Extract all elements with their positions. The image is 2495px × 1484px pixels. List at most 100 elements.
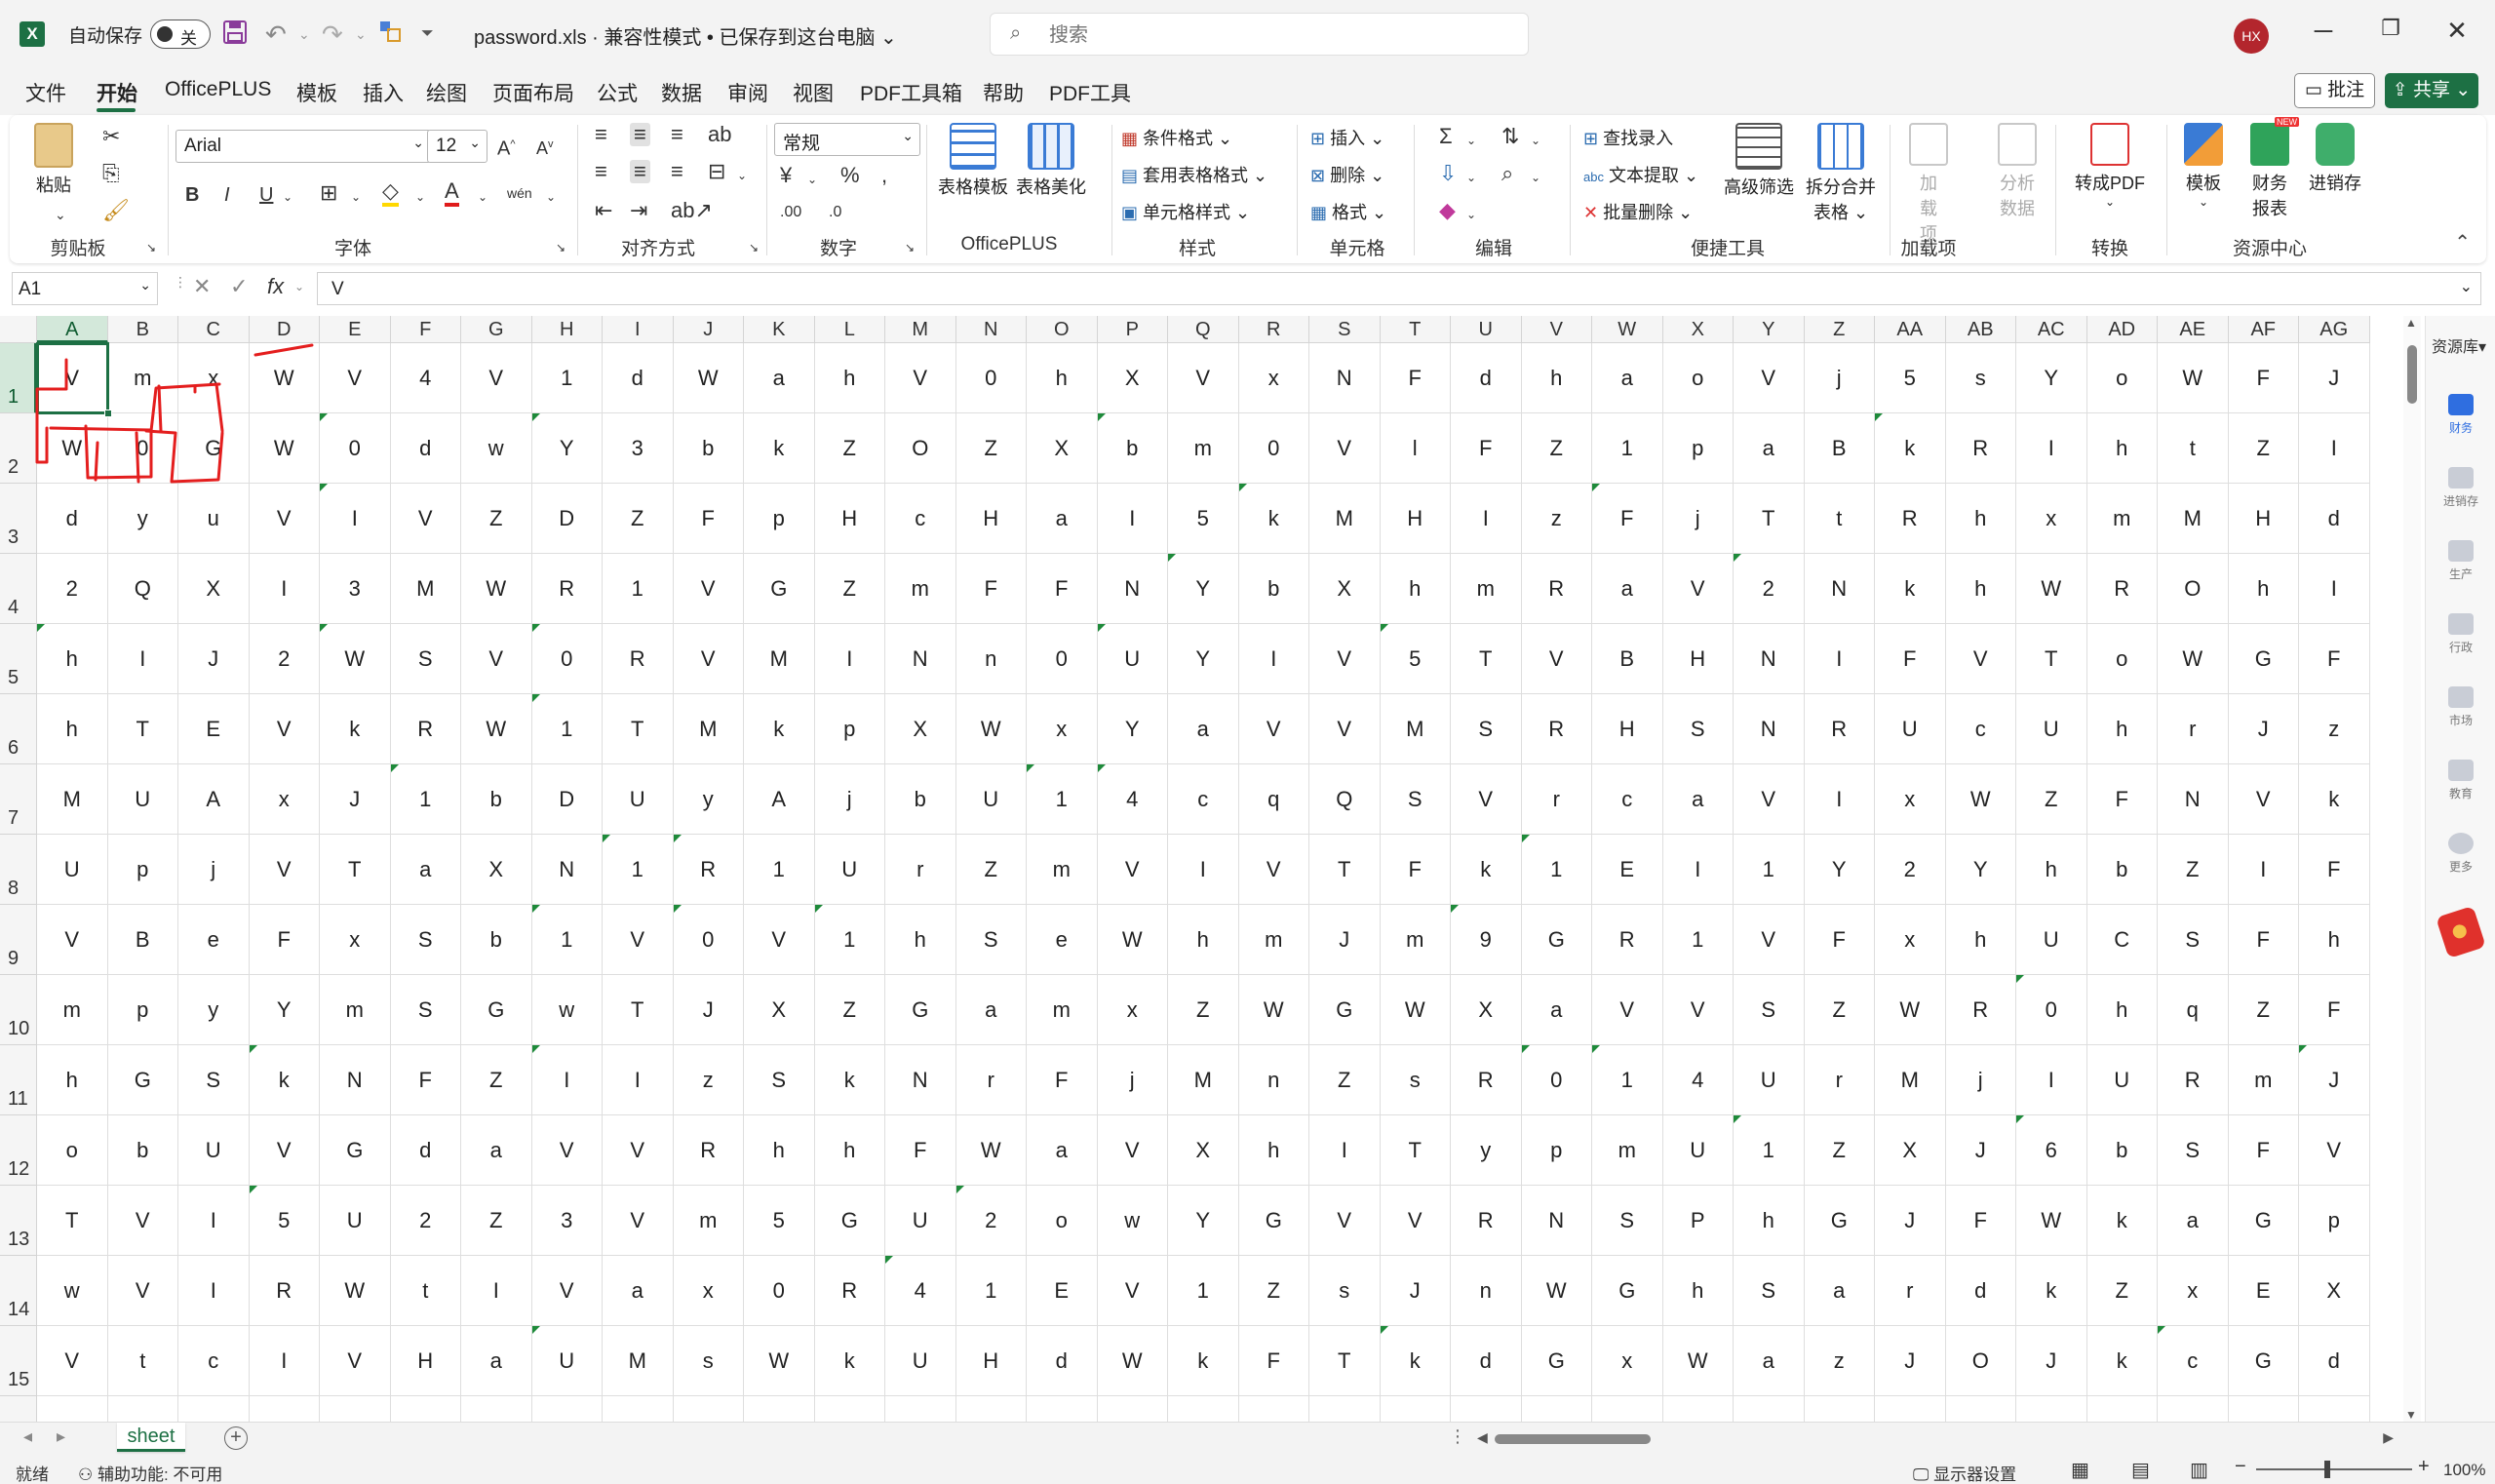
cell[interactable]: E <box>178 1396 250 1422</box>
cell[interactable]: h <box>1662 1256 1734 1326</box>
cell[interactable]: V <box>1380 1186 1451 1256</box>
cell[interactable]: S <box>744 1045 815 1115</box>
cell[interactable]: F <box>2228 343 2299 413</box>
resource-admin[interactable]: 行政 <box>2436 613 2486 655</box>
name-box[interactable]: A1 ⌄ <box>12 272 158 305</box>
cell[interactable]: M <box>1309 484 1381 554</box>
cell[interactable]: 0 <box>955 343 1027 413</box>
cell[interactable]: m <box>1451 554 1522 624</box>
cell[interactable]: H <box>814 484 885 554</box>
column-header[interactable]: AD <box>2086 316 2158 343</box>
cell[interactable]: R <box>673 835 744 905</box>
cell[interactable]: V <box>461 343 532 413</box>
cell[interactable]: G <box>2228 1326 2299 1396</box>
cell[interactable]: d <box>1027 1326 1098 1396</box>
cell[interactable]: 1 <box>390 764 461 835</box>
cell[interactable]: Q <box>107 554 178 624</box>
cell[interactable]: a <box>955 975 1027 1045</box>
column-header[interactable]: J <box>673 316 744 343</box>
cell[interactable]: R <box>603 624 674 694</box>
cell[interactable]: h <box>37 694 108 764</box>
column-header[interactable]: F <box>390 316 461 343</box>
cell[interactable]: 3 <box>603 413 674 484</box>
menu-help[interactable]: 帮助 <box>983 78 1024 107</box>
column-header[interactable]: R <box>1238 316 1309 343</box>
font-color-icon[interactable]: A <box>445 178 459 207</box>
cell[interactable]: M <box>744 624 815 694</box>
fill-color-icon[interactable]: ◇ <box>382 178 399 207</box>
cell[interactable]: h <box>2229 1396 2299 1422</box>
cell[interactable]: F <box>2299 835 2370 905</box>
cell[interactable]: 2 <box>1734 554 1805 624</box>
redo-icon[interactable]: ↷ <box>322 20 343 49</box>
cell[interactable]: s <box>1945 343 2016 413</box>
cell[interactable]: W <box>2016 554 2087 624</box>
cell[interactable]: V <box>320 343 391 413</box>
cell[interactable]: h <box>37 1045 108 1115</box>
column-header[interactable]: Z <box>1804 316 1875 343</box>
cell[interactable]: b <box>1097 413 1168 484</box>
cell[interactable]: 1 <box>603 1396 674 1422</box>
cell[interactable]: 1 <box>603 554 674 624</box>
cell[interactable]: N <box>320 1045 391 1115</box>
cell[interactable]: l <box>1380 413 1451 484</box>
cell[interactable]: I <box>2016 1045 2087 1115</box>
share-button[interactable]: ⇪ 共享 ⌄ <box>2385 73 2478 108</box>
cell[interactable]: S <box>178 1045 250 1115</box>
cell[interactable]: U <box>37 835 108 905</box>
cell[interactable]: E <box>1027 1256 1098 1326</box>
undo-icon[interactable]: ↶ <box>265 20 287 49</box>
cell[interactable]: W <box>673 343 744 413</box>
cell[interactable]: W <box>2158 343 2229 413</box>
cell[interactable]: 0 <box>1521 1045 1592 1115</box>
resource-inventory[interactable]: 进销存 <box>2436 467 2486 509</box>
worksheet-grid[interactable]: A B C D E F G H I J K L M N O P Q R S T U V W X Y Z AA AB AC AD AE AF AG… <box>0 316 2418 1422</box>
cell[interactable]: V <box>37 905 108 975</box>
cell[interactable]: m <box>1027 975 1098 1045</box>
cell[interactable]: U <box>320 1186 391 1256</box>
cell[interactable]: C <box>2086 905 2158 975</box>
sheet-tab[interactable]: sheet <box>117 1423 185 1452</box>
cell[interactable]: G <box>1521 905 1592 975</box>
cell[interactable]: n <box>955 624 1027 694</box>
cell[interactable]: B <box>1805 1396 1875 1422</box>
cell[interactable]: S <box>1451 694 1522 764</box>
row-header[interactable]: 12 <box>0 1115 37 1186</box>
cell[interactable]: I <box>2299 554 2370 624</box>
cell[interactable]: Z <box>814 413 885 484</box>
cell[interactable]: V <box>107 1186 178 1256</box>
cell[interactable]: N <box>1309 343 1381 413</box>
cell[interactable]: T <box>1309 835 1381 905</box>
cell[interactable]: S <box>390 624 461 694</box>
cell[interactable]: U <box>603 764 674 835</box>
cell[interactable]: h <box>1945 554 2016 624</box>
cell[interactable]: Z <box>461 1186 532 1256</box>
row-header[interactable]: 1 <box>0 343 37 413</box>
cell[interactable]: a <box>1521 975 1592 1045</box>
cell[interactable]: U <box>1662 1115 1734 1186</box>
phonetic-dropdown-icon[interactable]: ⌄ <box>546 185 556 209</box>
cell[interactable]: U <box>1734 1045 1805 1115</box>
alignment-launcher-icon[interactable]: ↘ <box>749 236 759 259</box>
cell[interactable]: Y <box>249 975 320 1045</box>
column-header[interactable]: U <box>1451 316 1522 343</box>
cell[interactable]: G <box>814 1186 885 1256</box>
row-header[interactable]: 4 <box>0 554 37 624</box>
cell[interactable]: W <box>1662 1326 1734 1396</box>
cell[interactable]: M <box>1168 1045 1239 1115</box>
cell[interactable]: D <box>531 764 603 835</box>
cell[interactable]: V <box>673 624 744 694</box>
cell[interactable]: F <box>2228 1115 2299 1186</box>
cell[interactable]: x <box>1097 975 1168 1045</box>
cell[interactable]: T <box>320 835 391 905</box>
cell[interactable]: t <box>390 1256 461 1326</box>
cell[interactable]: V <box>1309 694 1381 764</box>
cell[interactable]: o <box>37 1115 108 1186</box>
borders-icon[interactable]: ⊞ <box>320 181 337 205</box>
cell[interactable]: F <box>815 1396 885 1422</box>
cell[interactable]: W <box>320 624 391 694</box>
cell[interactable]: V <box>249 484 320 554</box>
cell[interactable]: 2 <box>955 1186 1027 1256</box>
cell[interactable]: x <box>1592 1326 1663 1396</box>
column-header[interactable]: N <box>955 316 1027 343</box>
